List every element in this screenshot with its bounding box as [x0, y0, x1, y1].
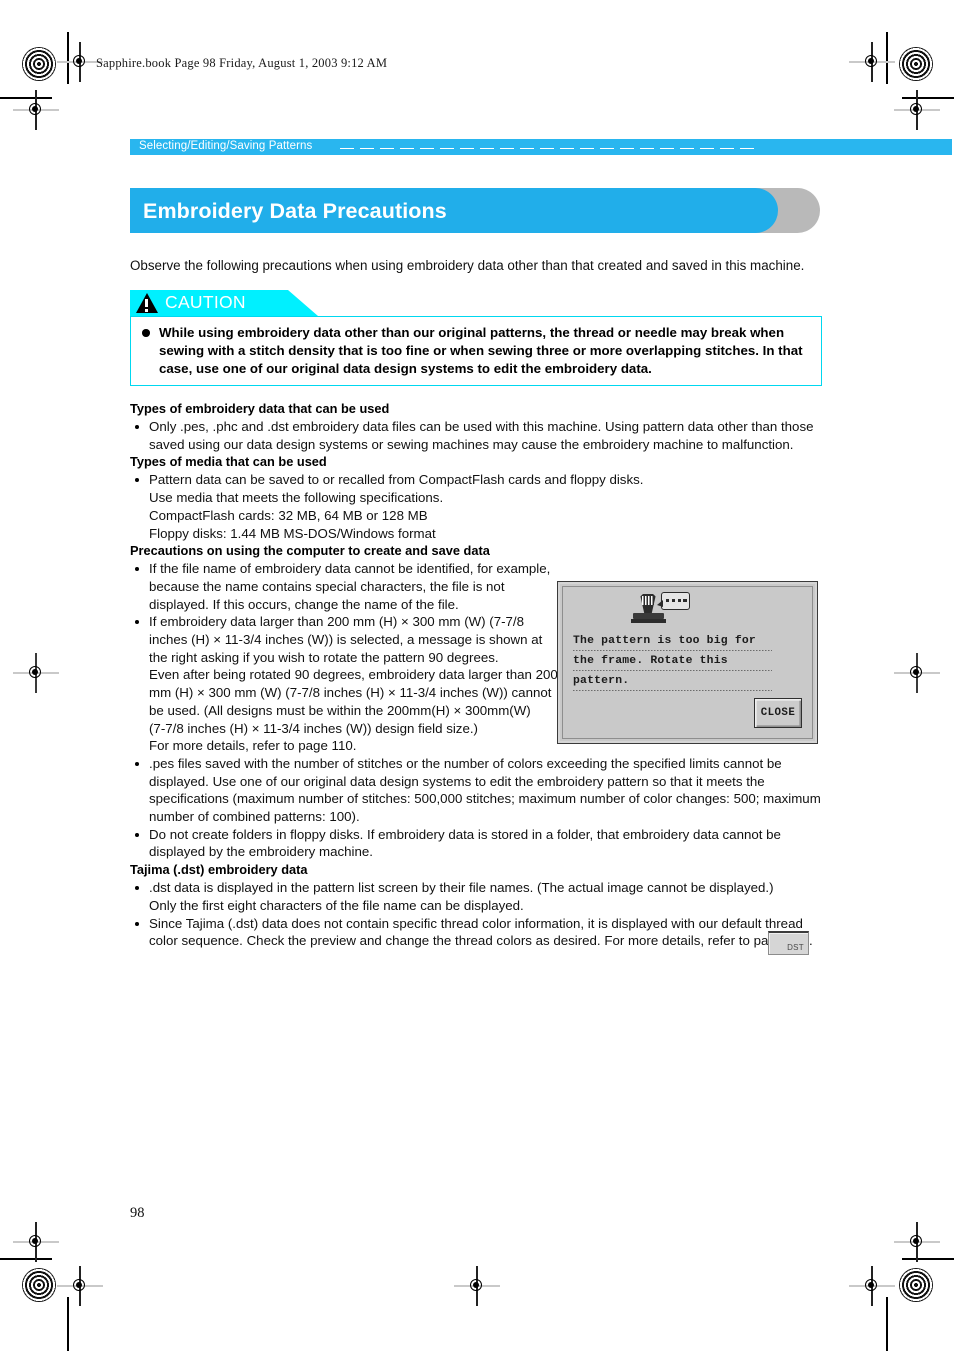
registration-mark-left-middle	[13, 653, 59, 693]
subheading-media-types: Types of media that can be used	[130, 454, 327, 470]
machine-head-stripes	[642, 596, 654, 605]
list-item: .pes files saved with the number of stit…	[130, 755, 822, 826]
list-item-text: Since Tajima (.dst) data does not contai…	[149, 915, 813, 949]
list-item-continuation: Floppy disks: 1.44 MB MS-DOS/Windows for…	[149, 525, 436, 541]
list-item: Do not create folders in floppy disks. I…	[130, 826, 822, 861]
registration-mark-left-lower	[13, 1222, 59, 1262]
lcd-message: The pattern is too big for the frame. Ro…	[573, 634, 773, 694]
bullet-icon	[135, 761, 139, 766]
registration-mark-right-lower	[894, 1222, 940, 1262]
list-item-text: .pes files saved with the number of stit…	[149, 755, 821, 825]
list-item-text: If the file name of embroidery data cann…	[149, 561, 551, 612]
bullet-list-media-types: Pattern data can be saved to or recalled…	[130, 471, 822, 542]
rosette-mark-top-right	[899, 47, 933, 81]
list-item: Pattern data can be saved to or recalled…	[130, 471, 822, 542]
speech-bubble-dots	[666, 599, 687, 603]
caution-label: CAUTION	[165, 292, 246, 312]
bullet-list-tajima-dst: .dst data is displayed in the pattern li…	[130, 879, 822, 950]
page-number: 98	[130, 1205, 145, 1221]
section-title-band: Embroidery Data Precautions	[130, 188, 820, 233]
trim-line-right-lower-horizontal	[902, 1258, 954, 1260]
trim-line-bottom-right-vertical	[886, 1297, 888, 1351]
document-page: Sapphire.book Page 98 Friday, August 1, …	[0, 0, 954, 1351]
registration-mark-right-middle	[894, 653, 940, 693]
caution-item-text: While using embroidery data other than o…	[159, 325, 803, 376]
intro-paragraph: Observe the following precautions when u…	[130, 258, 805, 274]
subheading-embroidery-data-types: Types of embroidery data that can be use…	[130, 401, 390, 416]
list-item: Only .pes, .phc and .dst embroidery data…	[130, 418, 822, 453]
list-item-continuation: (7-7/8 inches (H) × 11-3/4 inches (W)) d…	[149, 720, 478, 736]
bullet-icon	[135, 478, 139, 483]
lcd-message-line: the frame. Rotate this	[573, 654, 773, 674]
registration-mark-top-left	[57, 42, 103, 82]
subheading-computer-precautions: Precautions on using the computer to cre…	[130, 543, 490, 559]
list-item: If embroidery data larger than 200 mm (H…	[130, 613, 561, 755]
file-stamp: Sapphire.book Page 98 Friday, August 1, …	[96, 56, 388, 70]
bullet-icon	[135, 921, 139, 926]
trim-line-left-lower-horizontal	[0, 1258, 52, 1260]
bullet-icon	[135, 832, 139, 837]
exclamation-glyph	[145, 299, 149, 312]
sewing-machine-icon	[631, 591, 690, 629]
list-item: Since Tajima (.dst) data does not contai…	[130, 915, 822, 950]
dst-key-icon: DST	[768, 931, 809, 955]
list-item-continuation: Use media that meets the following speci…	[149, 490, 444, 506]
dst-key-label: DST	[787, 943, 804, 952]
list-item-continuation: Even after being rotated 90 degrees, emb…	[149, 667, 558, 718]
running-header-rule	[340, 147, 760, 150]
list-item: .dst data is displayed in the pattern li…	[130, 879, 789, 914]
close-button[interactable]: CLOSE	[754, 698, 802, 728]
bullet-icon	[135, 620, 139, 625]
lcd-message-line: The pattern is too big for	[573, 634, 773, 654]
caution-body: While using embroidery data other than o…	[130, 316, 822, 387]
list-item: If the file name of embroidery data cann…	[130, 560, 561, 613]
caution-tab: CAUTION	[130, 290, 318, 316]
caution-bullet-icon	[142, 329, 150, 337]
registration-mark-left-upper	[13, 90, 59, 130]
machine-foot-shape	[631, 619, 666, 623]
trim-line-bottom-left-vertical	[67, 1297, 69, 1351]
page-title: Embroidery Data Precautions	[143, 199, 447, 223]
running-header-bar: Selecting/Editing/Saving Patterns	[130, 139, 952, 155]
speech-bubble-icon	[657, 592, 690, 610]
lcd-message-line: pattern.	[573, 674, 773, 694]
list-item-continuation: CompactFlash cards: 32 MB, 64 MB or 128 …	[149, 507, 428, 523]
registration-mark-bottom-left	[57, 1266, 103, 1306]
subheading-tajima-dst: Tajima (.dst) embroidery data	[130, 862, 308, 878]
registration-mark-top-right	[849, 42, 895, 82]
list-item-text: If embroidery data larger than 200 mm (H…	[149, 614, 543, 665]
registration-mark-bottom-right	[849, 1266, 895, 1306]
list-item-text: .dst data is displayed in the pattern li…	[149, 880, 774, 913]
rosette-mark-bottom-right	[899, 1268, 933, 1302]
caution-item: While using embroidery data other than o…	[141, 324, 811, 377]
lcd-screen-illustration: The pattern is too big for the frame. Ro…	[557, 581, 818, 744]
trim-line-top-right-vertical	[886, 32, 888, 84]
registration-mark-bottom-center	[454, 1266, 500, 1306]
bullet-list-embroidery-data-types: Only .pes, .phc and .dst embroidery data…	[130, 418, 822, 453]
rosette-mark-top-left	[22, 47, 56, 81]
registration-mark-right-upper	[894, 90, 940, 130]
bullet-icon	[135, 425, 139, 429]
rosette-mark-bottom-left	[22, 1268, 56, 1302]
caution-block: CAUTION While using embroidery data othe…	[130, 290, 822, 387]
lcd-screen-inner: The pattern is too big for the frame. Ro…	[562, 586, 813, 739]
bullet-icon	[135, 886, 139, 891]
list-item-text: Pattern data can be saved to or recalled…	[149, 472, 644, 488]
bullet-icon	[135, 567, 139, 572]
list-item-text: Do not create folders in floppy disks. I…	[149, 826, 781, 860]
list-item-continuation: For more details, refer to page 110.	[149, 738, 357, 754]
running-header-label: Selecting/Editing/Saving Patterns	[139, 140, 313, 152]
list-item-text: Only .pes, .phc and .dst embroidery data…	[149, 419, 814, 452]
